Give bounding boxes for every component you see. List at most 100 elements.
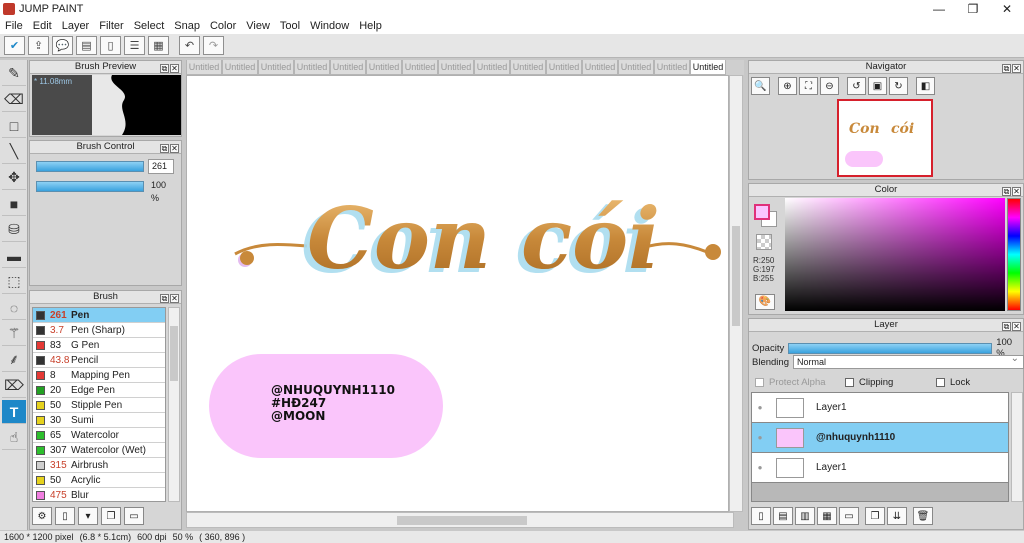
undo-icon[interactable]: ↶ (179, 36, 200, 55)
fit-icon[interactable]: ⛶ (799, 77, 818, 95)
pen-icon[interactable]: ✎ (2, 62, 26, 86)
redo-icon[interactable]: ↷ (203, 36, 224, 55)
delete-layer-icon[interactable]: 🗑 (913, 507, 933, 525)
page-icon[interactable]: ▯ (100, 36, 121, 55)
flip-icon[interactable]: ◧ (916, 77, 935, 95)
visibility-icon[interactable]: ● (752, 433, 768, 442)
brush-item[interactable]: 50 Stipple Pen (33, 398, 165, 413)
document-tab[interactable]: Untitled (654, 60, 690, 75)
copy-brush-icon[interactable]: ❐ (101, 507, 121, 525)
eraser-icon[interactable]: ⌫ (2, 88, 26, 112)
speech-icon[interactable]: ▤ (76, 36, 97, 55)
reset-view-icon[interactable]: ▣ (868, 77, 887, 95)
brush-menu-icon[interactable]: ▾ (78, 507, 98, 525)
brush-size-field[interactable]: 261 (148, 159, 174, 174)
brush-settings-icon[interactable]: ⚙ (32, 507, 52, 525)
float-icon[interactable]: ⧉ (1002, 322, 1011, 331)
brush-item[interactable]: 475 Blur (33, 488, 165, 501)
brush-item[interactable]: 3.7 Pen (Sharp) (33, 323, 165, 338)
document-tab[interactable]: Untitled (258, 60, 294, 75)
magic-wand-icon[interactable]: ⚚ (2, 322, 26, 346)
new-text-layer-icon[interactable]: ▤ (773, 507, 793, 525)
brush-opacity-slider[interactable] (36, 181, 144, 192)
fill-rect-icon[interactable]: ■ (2, 192, 26, 216)
document-tab[interactable]: Untitled (330, 60, 366, 75)
document-tab[interactable]: Untitled (294, 60, 330, 75)
menu-edit[interactable]: Edit (28, 20, 57, 32)
rotate-left-icon[interactable]: ↺ (847, 77, 866, 95)
merge-layer-icon[interactable]: ⇊ (887, 507, 907, 525)
rotate-right-icon[interactable]: ↻ (889, 77, 908, 95)
document-tab[interactable]: Untitled (690, 60, 726, 75)
brush-folder-icon[interactable]: ▭ (124, 507, 144, 525)
brush-item[interactable]: 8 Mapping Pen (33, 368, 165, 383)
bucket-icon[interactable]: ⛁ (2, 218, 26, 242)
blending-select[interactable]: Normal (792, 353, 1024, 369)
hue-slider[interactable] (1007, 198, 1021, 311)
grid-icon[interactable]: ▦ (148, 36, 169, 55)
check-icon[interactable]: ✔ (4, 36, 25, 55)
gradient-icon[interactable]: ▬ (2, 244, 26, 268)
document-tab[interactable]: Untitled (618, 60, 654, 75)
transparent-swatch[interactable] (756, 234, 772, 250)
foreground-color-swatch[interactable] (754, 204, 770, 220)
rect-icon[interactable]: □ (2, 114, 26, 138)
visibility-icon[interactable]: ● (752, 463, 768, 472)
close-icon[interactable]: ✕ (1012, 187, 1021, 196)
close-icon[interactable]: ✕ (170, 294, 179, 303)
menu-window[interactable]: Window (305, 20, 354, 32)
document-tab[interactable]: Untitled (438, 60, 474, 75)
menu-layer[interactable]: Layer (57, 20, 95, 32)
close-icon[interactable]: ✕ (170, 144, 179, 153)
select-pen-icon[interactable]: ⸙ (2, 348, 26, 372)
close-icon[interactable]: ✕ (1012, 64, 1021, 73)
comment-icon[interactable]: 💬 (52, 36, 73, 55)
new-vector-layer-icon[interactable]: ▥ (795, 507, 815, 525)
document-tab[interactable]: Untitled (402, 60, 438, 75)
export-icon[interactable]: ⇪ (28, 36, 49, 55)
saturation-value-picker[interactable] (785, 198, 1005, 311)
menu-help[interactable]: Help (354, 20, 387, 32)
document-tab[interactable]: Untitled (366, 60, 402, 75)
move-icon[interactable]: ✥ (2, 166, 26, 190)
layer-opacity-slider[interactable] (788, 342, 993, 354)
brush-item[interactable]: 65 Watercolor (33, 428, 165, 443)
brush-size-slider[interactable] (36, 161, 144, 172)
document-tab[interactable]: Untitled (546, 60, 582, 75)
new-folder-icon[interactable]: ▭ (839, 507, 859, 525)
layer-row[interactable]: ● Layer1 (752, 393, 1008, 423)
new-layer-icon[interactable]: ▯ (751, 507, 771, 525)
menu-tool[interactable]: Tool (275, 20, 305, 32)
brush-item[interactable]: 20 Edge Pen (33, 383, 165, 398)
clipping-checkbox[interactable] (845, 378, 854, 387)
visibility-icon[interactable]: ● (752, 403, 768, 412)
zoom-in-icon[interactable]: ⊕ (778, 77, 797, 95)
menu-select[interactable]: Select (129, 20, 170, 32)
minimize-button[interactable]: — (922, 0, 956, 17)
brush-item[interactable]: 83 G Pen (33, 338, 165, 353)
brush-item[interactable]: 261 Pen (33, 308, 165, 323)
maximize-button[interactable]: ❐ (956, 0, 990, 17)
canvas-vertical-scrollbar[interactable] (729, 75, 743, 512)
menu-file[interactable]: File (0, 20, 28, 32)
select-rect-icon[interactable]: ⬚ (2, 270, 26, 294)
layer-list-scrollbar[interactable] (1011, 392, 1023, 502)
menu-filter[interactable]: Filter (94, 20, 128, 32)
menu-snap[interactable]: Snap (169, 20, 205, 32)
brush-list-scrollbar[interactable] (168, 307, 180, 502)
brush-item[interactable]: 315 Airbrush (33, 458, 165, 473)
line-icon[interactable]: ╲ (2, 140, 26, 164)
list-icon[interactable]: ☰ (124, 36, 145, 55)
palette-icon[interactable]: 🎨 (755, 294, 775, 310)
zoom-icon[interactable]: 🔍 (751, 77, 770, 95)
brush-item[interactable]: 30 Sumi (33, 413, 165, 428)
float-icon[interactable]: ⧉ (160, 144, 169, 153)
layer-row[interactable]: ● Layer1 (752, 453, 1008, 483)
float-icon[interactable]: ⧉ (1002, 64, 1011, 73)
brush-item[interactable]: 50 Acrylic (33, 473, 165, 488)
lock-checkbox[interactable] (936, 378, 945, 387)
menu-color[interactable]: Color (205, 20, 241, 32)
document-tab[interactable]: Untitled (582, 60, 618, 75)
brush-item[interactable]: 43.8 Pencil (33, 353, 165, 368)
close-icon[interactable]: ✕ (170, 64, 179, 73)
